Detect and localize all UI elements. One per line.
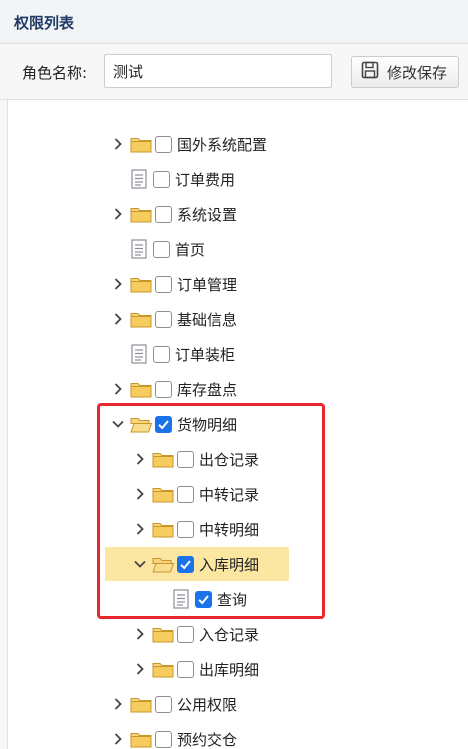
tree-node[interactable]: 查询 [0,586,468,612]
floppy-disk-icon [361,61,379,83]
tree-node-label: 订单装柜 [175,345,236,364]
tree-node-checkbox[interactable] [155,695,172,713]
tree-node-checkbox[interactable] [177,555,194,573]
folder-icon [152,520,174,538]
tree-node[interactable]: 出仓记录 [0,446,468,472]
document-icon [172,589,190,609]
chevron-right-icon[interactable] [110,381,126,397]
chevron-right-icon[interactable] [132,661,148,677]
chevron-right-icon[interactable] [110,276,126,292]
tree-node[interactable]: 订单装柜 [0,341,468,367]
tree-node[interactable]: 出库明细 [0,656,468,682]
chevron-right-icon[interactable] [110,731,126,747]
tree-node-label: 查询 [217,590,248,609]
tree-node-checkbox[interactable] [177,485,194,503]
folder-icon [152,660,174,678]
tree-node-checkbox[interactable] [177,450,194,468]
folder-open-icon [130,415,152,433]
folder-icon [130,310,152,328]
tree-node-label: 中转记录 [199,485,260,504]
tree-node-label: 入仓记录 [199,625,260,644]
tree-node-label: 出仓记录 [199,450,260,469]
document-icon [130,239,148,259]
tree-node-label: 货物明细 [177,415,238,434]
role-name-input[interactable] [104,54,332,88]
save-button-label: 修改保存 [387,63,448,82]
chevron-down-icon[interactable] [110,416,126,432]
chevron-right-icon[interactable] [132,626,148,642]
tree-node-label: 库存盘点 [177,380,238,399]
tree-node-checkbox[interactable] [155,135,172,153]
chevron-down-icon[interactable] [132,556,148,572]
tree-node-label: 基础信息 [177,310,238,329]
tree-node-label: 订单管理 [177,275,238,294]
tree-node[interactable]: 入库明细 [105,547,289,581]
tree-node-checkbox[interactable] [177,625,194,643]
tree-node[interactable]: 首页 [0,236,468,262]
tree-node-checkbox[interactable] [195,590,212,608]
tree-node-label: 入库明细 [199,555,260,574]
chevron-right-icon[interactable] [132,486,148,502]
folder-icon [152,450,174,468]
save-button[interactable]: 修改保存 [351,56,459,88]
tree-node-label: 国外系统配置 [177,135,268,154]
tree-node-checkbox[interactable] [177,520,194,538]
tree-node-checkbox[interactable] [155,205,172,223]
tree-node-checkbox[interactable] [177,660,194,678]
tree-node[interactable]: 预约交仓 [0,726,468,749]
tree-node-label: 系统设置 [177,205,238,224]
chevron-right-icon[interactable] [132,451,148,467]
document-icon [130,344,148,364]
tree-node-label: 预约交仓 [177,730,238,749]
folder-icon [130,135,152,153]
folder-icon [130,380,152,398]
tree-node[interactable]: 系统设置 [0,201,468,227]
tree-node-label: 首页 [175,240,206,259]
folder-icon [130,695,152,713]
folder-icon [130,275,152,293]
permission-tree: 国外系统配置 订单费用系统设置首页订单管理基础信息订单装柜库存盘点货物明细出仓记录… [0,100,468,749]
tree-node-checkbox[interactable] [153,240,170,258]
tree-node-checkbox[interactable] [155,380,172,398]
tree-node-label: 公用权限 [177,695,238,714]
tree-node[interactable]: 库存盘点 [0,376,468,402]
chevron-right-icon[interactable] [110,206,126,222]
tree-node[interactable]: 国外系统配置 [0,131,468,157]
tree-node[interactable]: 订单管理 [0,271,468,297]
folder-icon [130,730,152,748]
tree-node[interactable]: 订单费用 [0,166,468,192]
document-icon [130,169,148,189]
chevron-right-icon[interactable] [110,136,126,152]
tree-node-checkbox[interactable] [153,170,170,188]
tree-node-checkbox[interactable] [155,415,172,433]
tree-node-checkbox[interactable] [155,275,172,293]
folder-icon [152,485,174,503]
tree-node[interactable]: 中转明细 [0,516,468,542]
folder-open-icon [152,555,174,573]
tree-node-label: 中转明细 [199,520,260,539]
tree-node[interactable]: 基础信息 [0,306,468,332]
role-name-label: 角色名称: [22,64,88,82]
tree-node-label: 出库明细 [199,660,260,679]
panel-title: 权限列表 [14,14,75,32]
tree-node-label: 订单费用 [175,170,236,189]
chevron-right-icon[interactable] [110,696,126,712]
tree-node-checkbox[interactable] [155,730,172,748]
tree-node-checkbox[interactable] [155,310,172,328]
chevron-right-icon[interactable] [110,311,126,327]
toolbar: 角色名称: 修改保存 [0,44,468,100]
tree-node-checkbox[interactable] [153,345,170,363]
tree-node[interactable]: 入仓记录 [0,621,468,647]
tree-node[interactable]: 公用权限 [0,691,468,717]
folder-icon [152,625,174,643]
chevron-right-icon[interactable] [132,521,148,537]
tree-node[interactable]: 中转记录 [0,481,468,507]
tree-node[interactable]: 货物明细 [0,411,468,437]
folder-icon [130,205,152,223]
panel-header: 权限列表 [0,0,468,44]
